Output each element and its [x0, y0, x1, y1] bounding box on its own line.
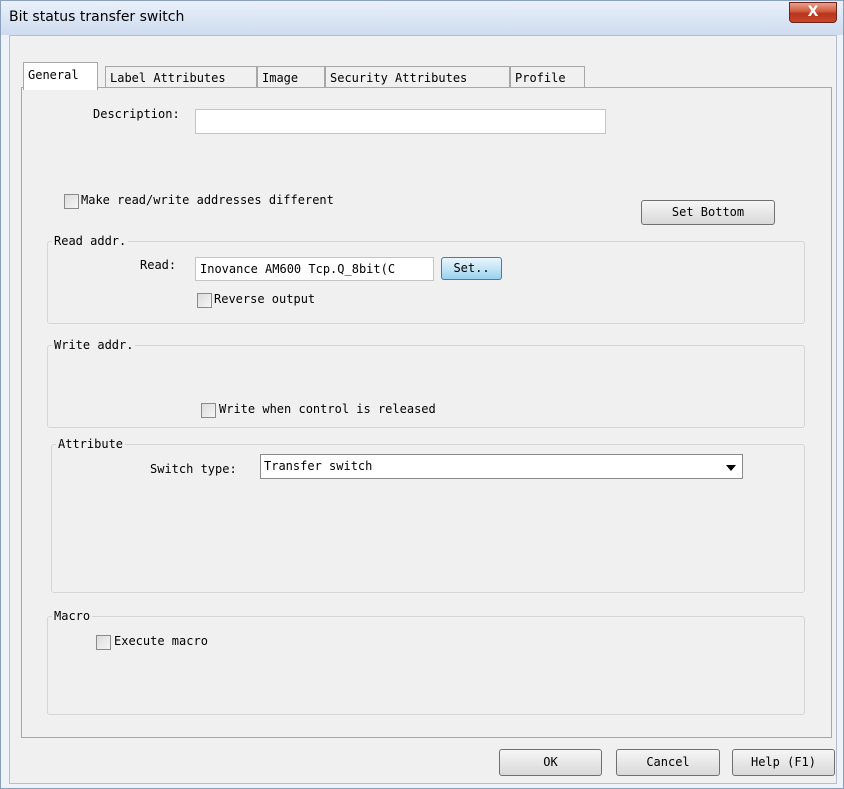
read-address-input[interactable]: Inovance AM600 Tcp.Q_8bit(C: [195, 257, 434, 281]
window-title: Bit status transfer switch: [9, 9, 185, 25]
macro-group: Macro Execute macro: [47, 608, 805, 715]
general-tab-panel: Description: Make read/write addresses d…: [21, 87, 832, 738]
tab-label: Image: [262, 71, 299, 85]
execute-macro-checkbox[interactable]: [96, 635, 111, 650]
write-address-group: Write addr. Write when control is releas…: [47, 337, 805, 428]
attribute-group: Attribute Switch type: Transfer switch: [51, 436, 805, 593]
tab-label: General: [28, 68, 79, 82]
help-button[interactable]: Help (F1): [732, 749, 835, 776]
write-address-title: Write addr.: [52, 337, 136, 353]
read-address-group: Read addr. Read: Inovance AM600 Tcp.Q_8b…: [47, 233, 805, 324]
close-icon: X: [807, 4, 819, 20]
switch-type-value: Transfer switch: [264, 459, 373, 473]
tab-label: Label Attributes: [110, 71, 226, 85]
switch-type-label: Switch type:: [150, 462, 237, 476]
set-bottom-button[interactable]: Set Bottom: [641, 200, 775, 225]
reverse-output-label: Reverse output: [214, 292, 316, 306]
make-different-label: Make read/write addresses different: [81, 193, 334, 207]
dialog-client-area: General Label Attributes Image Security …: [9, 35, 837, 784]
reverse-output-checkbox[interactable]: [197, 293, 212, 308]
tab-general[interactable]: General: [23, 62, 98, 90]
set-button-label: Set..: [453, 261, 490, 275]
help-label: Help (F1): [750, 755, 817, 769]
cancel-button[interactable]: Cancel: [616, 749, 720, 776]
read-address-set-button[interactable]: Set..: [441, 257, 502, 280]
dialog-window: Bit status transfer switch X General Lab…: [0, 0, 844, 789]
cancel-label: Cancel: [646, 755, 690, 769]
write-released-label: Write when control is released: [219, 402, 436, 416]
ok-button[interactable]: OK: [499, 749, 602, 776]
description-label: Description:: [93, 107, 180, 121]
set-bottom-label: Set Bottom: [671, 205, 745, 219]
make-different-checkbox[interactable]: [64, 194, 79, 209]
attribute-title: Attribute: [56, 436, 126, 452]
read-label: Read:: [140, 258, 177, 272]
switch-type-dropdown[interactable]: Transfer switch: [260, 454, 743, 479]
read-address-title: Read addr.: [52, 233, 129, 249]
execute-macro-label: Execute macro: [114, 634, 208, 648]
tab-label: Profile: [515, 71, 566, 85]
description-input[interactable]: [195, 109, 606, 134]
write-released-checkbox[interactable]: [201, 403, 216, 418]
ok-label: OK: [543, 755, 558, 769]
chevron-down-icon: [726, 465, 736, 471]
macro-title: Macro: [52, 608, 93, 624]
tab-label: Security Attributes: [330, 71, 468, 85]
title-bar[interactable]: Bit status transfer switch X: [1, 1, 843, 35]
close-button[interactable]: X: [789, 2, 837, 23]
